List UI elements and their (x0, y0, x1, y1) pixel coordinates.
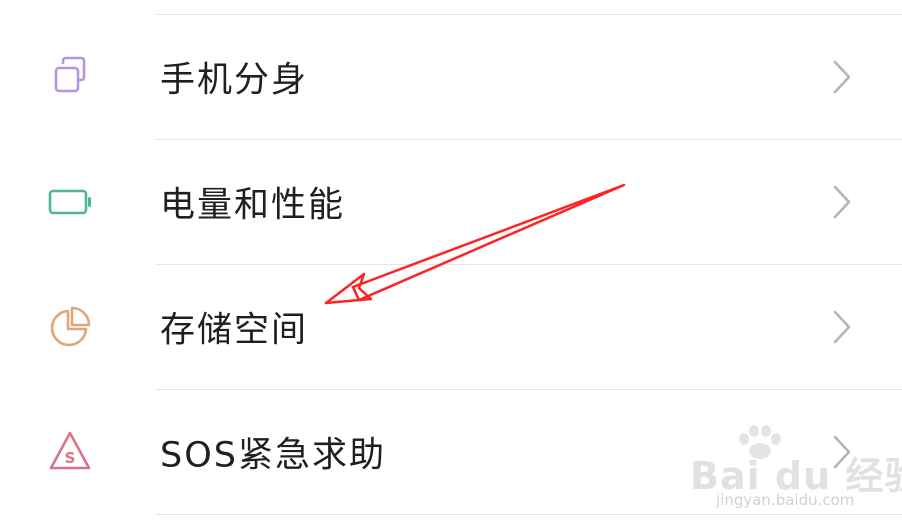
sos-triangle-icon: S (46, 428, 94, 476)
settings-list: 手机分身 电量和性能 存储空间 S SOS紧急求助 (0, 0, 902, 526)
clone-icon (46, 53, 94, 101)
settings-item-app-clone[interactable]: 手机分身 (0, 15, 902, 139)
sos-icon-letter: S (65, 449, 76, 467)
chevron-right-icon (833, 185, 851, 219)
settings-item-label: SOS紧急求助 (160, 435, 386, 476)
chevron-right-icon (833, 310, 851, 344)
divider (155, 514, 902, 515)
settings-item-label: 存储空间 (160, 310, 309, 351)
chevron-right-icon (833, 435, 851, 469)
settings-item-label: 电量和性能 (160, 185, 346, 226)
settings-item-sos[interactable]: S SOS紧急求助 (0, 390, 902, 514)
settings-item-label: 手机分身 (160, 60, 309, 101)
battery-icon (46, 178, 94, 226)
settings-item-battery-performance[interactable]: 电量和性能 (0, 140, 902, 264)
settings-item-storage[interactable]: 存储空间 (0, 265, 902, 389)
pie-chart-icon (46, 303, 94, 351)
chevron-right-icon (833, 60, 851, 94)
